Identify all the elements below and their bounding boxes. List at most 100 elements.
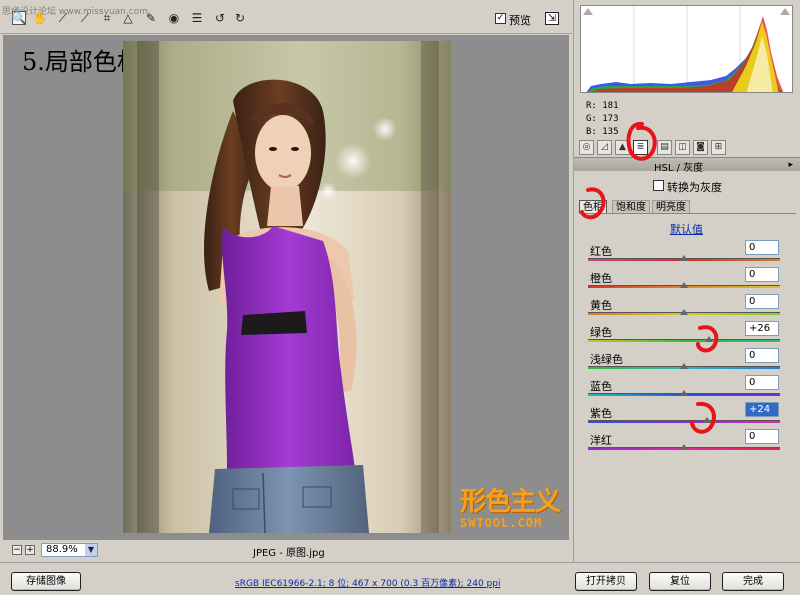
color-sampler-tool[interactable]: ⟋ — [78, 11, 92, 25]
hue-slider-track[interactable] — [588, 420, 780, 423]
straighten-tool[interactable]: △ — [121, 11, 135, 25]
rotate-right-tool[interactable]: ↻ — [233, 11, 247, 25]
panel-title: HSL / 灰度 — [654, 163, 704, 174]
rotate-ccw-icon: ↺ — [214, 11, 226, 25]
camera-icon: ◙ — [696, 142, 705, 152]
adjustment-panel: R: 181 G: 173 B: 135 ◎ ◿ ▲ ≣ ▤ ◫ ◙ ⊞ HSL… — [573, 0, 800, 562]
stripes-icon: ≣ — [636, 142, 645, 152]
hue-slider-thumb[interactable] — [680, 255, 688, 261]
preferences-tool[interactable]: ☰ — [190, 11, 204, 25]
panel-menu-icon[interactable]: ▸ — [788, 160, 793, 170]
hue-value-input[interactable]: 0 — [745, 267, 779, 282]
convert-grayscale-label: 转换为灰度 — [667, 181, 722, 194]
histogram — [580, 5, 793, 93]
curve-icon: ◿ — [601, 142, 608, 152]
hand-tool[interactable]: ✋ — [32, 11, 48, 25]
highlight-clipping-warning-icon[interactable] — [780, 8, 790, 15]
subtab-saturation[interactable]: 饱和度 — [612, 200, 650, 214]
tab-camera-calibration[interactable]: ◙ — [693, 140, 708, 155]
triangle-icon: ▲ — [619, 142, 626, 152]
hue-value-input[interactable]: +24 — [745, 402, 779, 417]
tab-lens[interactable]: ◫ — [675, 140, 690, 155]
save-image-button[interactable]: 存储图像 — [11, 572, 81, 591]
convert-grayscale-checkbox[interactable] — [653, 180, 664, 191]
hue-slider-row: 橙色 0 — [588, 267, 794, 292]
chevron-down-icon[interactable]: ▼ — [85, 544, 97, 556]
zoom-in-button[interactable]: + — [25, 545, 35, 555]
hue-value-input[interactable]: 0 — [745, 429, 779, 444]
straighten-icon: △ — [123, 11, 133, 25]
rotate-left-tool[interactable]: ↺ — [213, 11, 227, 25]
eyedropper-icon: ⟋ — [58, 11, 68, 25]
sampler-icon: ⟋ — [80, 11, 90, 25]
green-value: G: 173 — [586, 114, 619, 124]
tab-hsl[interactable]: ≣ — [633, 140, 648, 155]
zoom-level-value: 88.9% — [46, 544, 78, 555]
hue-value-input[interactable]: 0 — [745, 240, 779, 255]
crop-icon: ⌗ — [103, 11, 111, 25]
hue-slider-thumb[interactable] — [680, 282, 688, 288]
hue-slider-thumb[interactable] — [703, 417, 712, 423]
hue-slider-thumb[interactable] — [704, 336, 713, 342]
hue-value-input[interactable]: 0 — [745, 348, 779, 363]
hue-slider-row: 洋红 0 — [588, 429, 794, 454]
subtab-luminance[interactable]: 明亮度 — [652, 200, 690, 214]
zoom-level-select[interactable]: 88.9% ▼ — [41, 543, 98, 557]
image-canvas[interactable]: 5.局部色相调整 形色主义 SWTOOL.COM — [3, 35, 569, 540]
reset-button[interactable]: 复位 — [649, 572, 711, 591]
hue-slider-thumb[interactable] — [680, 363, 688, 369]
toolbar: 思缘设计论坛 www.missyuan.com 🔍 ✋ ⟋ ⟋ ⌗ △ ✎ ◉ … — [0, 0, 572, 34]
tab-basic[interactable]: ◎ — [579, 140, 594, 155]
open-copy-button[interactable]: 打开拷贝 — [575, 572, 637, 591]
hue-slider-label: 红色 — [590, 245, 612, 258]
retouch-tool[interactable]: ✎ — [144, 11, 158, 25]
hue-slider-track[interactable] — [588, 339, 780, 342]
subtab-divider — [579, 213, 796, 214]
presets-icon: ⊞ — [714, 142, 723, 152]
hue-slider-row: 绿色 +26 — [588, 321, 794, 346]
white-balance-tool[interactable]: ⟋ — [56, 11, 70, 25]
hue-slider-label: 蓝色 — [590, 380, 612, 393]
default-link[interactable]: 默认值 — [670, 221, 703, 237]
file-name-label: JPEG - 原图.jpg — [253, 548, 325, 559]
hue-slider-label: 浅绿色 — [590, 353, 623, 366]
canvas-status-bar: − + 88.9% ▼ JPEG - 原图.jpg — [3, 541, 569, 559]
hue-value-input[interactable]: +26 — [745, 321, 779, 336]
list-icon: ☰ — [191, 11, 203, 25]
tab-split-toning[interactable]: ▤ — [657, 140, 672, 155]
crop-tool[interactable]: ⌗ — [100, 11, 114, 25]
magnifier-icon: 🔍 — [11, 11, 27, 25]
tab-detail[interactable]: ▲ — [615, 140, 630, 155]
brush-icon: ✎ — [145, 11, 157, 25]
photo-preview — [123, 41, 451, 533]
workflow-options-link[interactable]: sRGB IEC61966-2.1; 8 位; 467 x 700 (0.3 百… — [235, 576, 500, 589]
bottom-bar: 存储图像 sRGB IEC61966-2.1; 8 位; 467 x 700 (… — [0, 562, 800, 595]
hue-slider-thumb[interactable] — [680, 390, 688, 396]
hue-slider-thumb[interactable] — [680, 309, 688, 315]
swtool-logo: 形色主义 SWTOOL.COM — [460, 487, 561, 530]
photo-illustration — [123, 41, 451, 533]
preview-checkbox[interactable]: ✓ — [495, 13, 506, 24]
eye-icon: ◉ — [168, 11, 180, 25]
fullscreen-toggle-icon[interactable]: ⇲ — [545, 12, 559, 25]
blue-value: B: 135 — [586, 127, 619, 137]
hand-icon: ✋ — [32, 11, 48, 25]
panel-header: HSL / 灰度 ▸ — [574, 157, 800, 174]
zoom-tool[interactable]: 🔍 — [12, 11, 26, 25]
shadow-clipping-warning-icon[interactable] — [583, 8, 593, 15]
red-eye-tool[interactable]: ◉ — [167, 11, 181, 25]
hue-slider-label: 橙色 — [590, 272, 612, 285]
tab-tone-curve[interactable]: ◿ — [597, 140, 612, 155]
zoom-out-button[interactable]: − — [12, 545, 22, 555]
hue-slider-row: 红色 0 — [588, 240, 794, 265]
subtab-hue[interactable]: 色相 — [579, 200, 607, 214]
hue-value-input[interactable]: 0 — [745, 294, 779, 309]
hue-slider-label: 洋红 — [590, 434, 612, 447]
hue-slider-row: 黄色 0 — [588, 294, 794, 319]
hue-slider-thumb[interactable] — [680, 444, 688, 450]
tab-presets[interactable]: ⊞ — [711, 140, 726, 155]
hue-value-input[interactable]: 0 — [745, 375, 779, 390]
done-button[interactable]: 完成 — [722, 572, 784, 591]
preview-label: 预览 — [509, 14, 531, 27]
hue-slider-row: 蓝色 0 — [588, 375, 794, 400]
